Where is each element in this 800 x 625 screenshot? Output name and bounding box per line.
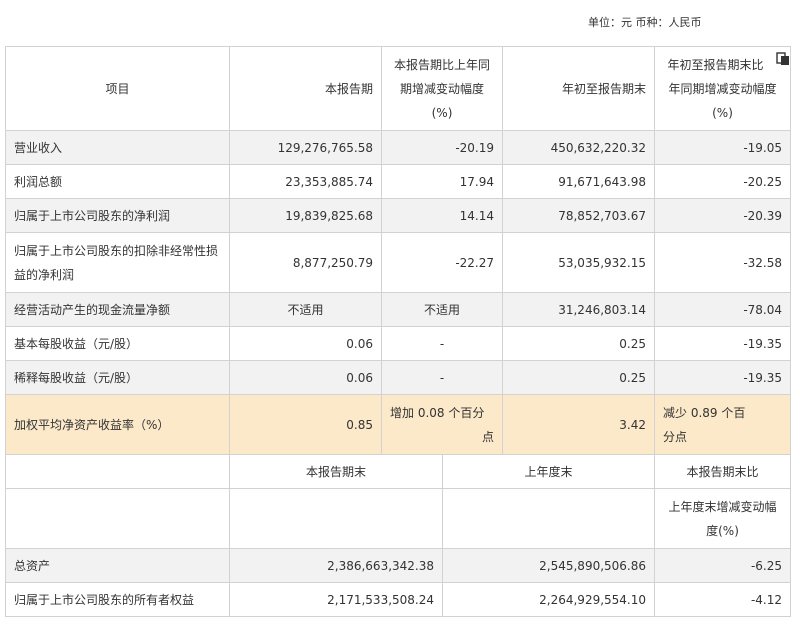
header-ytd: 年初至报告期末 bbox=[502, 46, 656, 131]
header-ytd-yoy: 年初至报告期末比 年同期增减变动幅度 (%) bbox=[654, 46, 792, 131]
header-change: 上年度末增减变动幅 度(%) bbox=[654, 488, 792, 549]
financial-table: 项目 本报告期 本报告期比上年同 期增减变动幅度 (%) 年初至报告期末 年初至… bbox=[5, 46, 792, 617]
table-row: 稀释每股收益（元/股） 0.06 - 0.25 -19.35 bbox=[5, 360, 792, 395]
header-yoy: 本报告期比上年同 期增减变动幅度 (%) bbox=[380, 46, 504, 131]
table-row: 归属于上市公司股东的扣除非经常性损 益的净利润 8,877,250.79 -22… bbox=[5, 232, 792, 293]
table-row: 总资产 2,386,663,342.38 2,545,890,506.86 -6… bbox=[5, 548, 792, 583]
table-row: 经营活动产生的现金流量净额 不适用 不适用 31,246,803.14 -78.… bbox=[5, 292, 792, 327]
header-prior-year-end: 上年度末 bbox=[441, 454, 656, 489]
table-row: 利润总额 23,353,885.74 17.94 91,671,643.98 -… bbox=[5, 164, 792, 199]
header-current: 本报告期 bbox=[229, 46, 382, 131]
table-header-row: 项目 本报告期 本报告期比上年同 期增减变动幅度 (%) 年初至报告期末 年初至… bbox=[5, 46, 792, 131]
table-row: 基本每股收益（元/股） 0.06 - 0.25 -19.35 bbox=[5, 326, 792, 361]
table-row: 营业收入 129,276,765.58 -20.19 450,632,220.3… bbox=[5, 130, 792, 165]
balance-subheader-row: 上年度末增减变动幅 度(%) bbox=[5, 488, 792, 549]
header-change-line1: 本报告期末比 bbox=[654, 454, 792, 489]
header-period-end: 本报告期末 bbox=[229, 454, 443, 489]
unit-note: 单位：元 币种：人民币 bbox=[588, 16, 702, 29]
table-row: 加权平均净资产收益率（%） 0.85 增加 0.08 个百分 点 3.42 减少… bbox=[5, 394, 792, 455]
header-item: 项目 bbox=[5, 46, 230, 131]
table-row: 归属于上市公司股东的净利润 19,839,825.68 14.14 78,852… bbox=[5, 198, 792, 233]
balance-header-row: 本报告期末 上年度末 本报告期末比 bbox=[5, 454, 792, 489]
table-row: 归属于上市公司股东的所有者权益 2,171,533,508.24 2,264,9… bbox=[5, 582, 792, 617]
